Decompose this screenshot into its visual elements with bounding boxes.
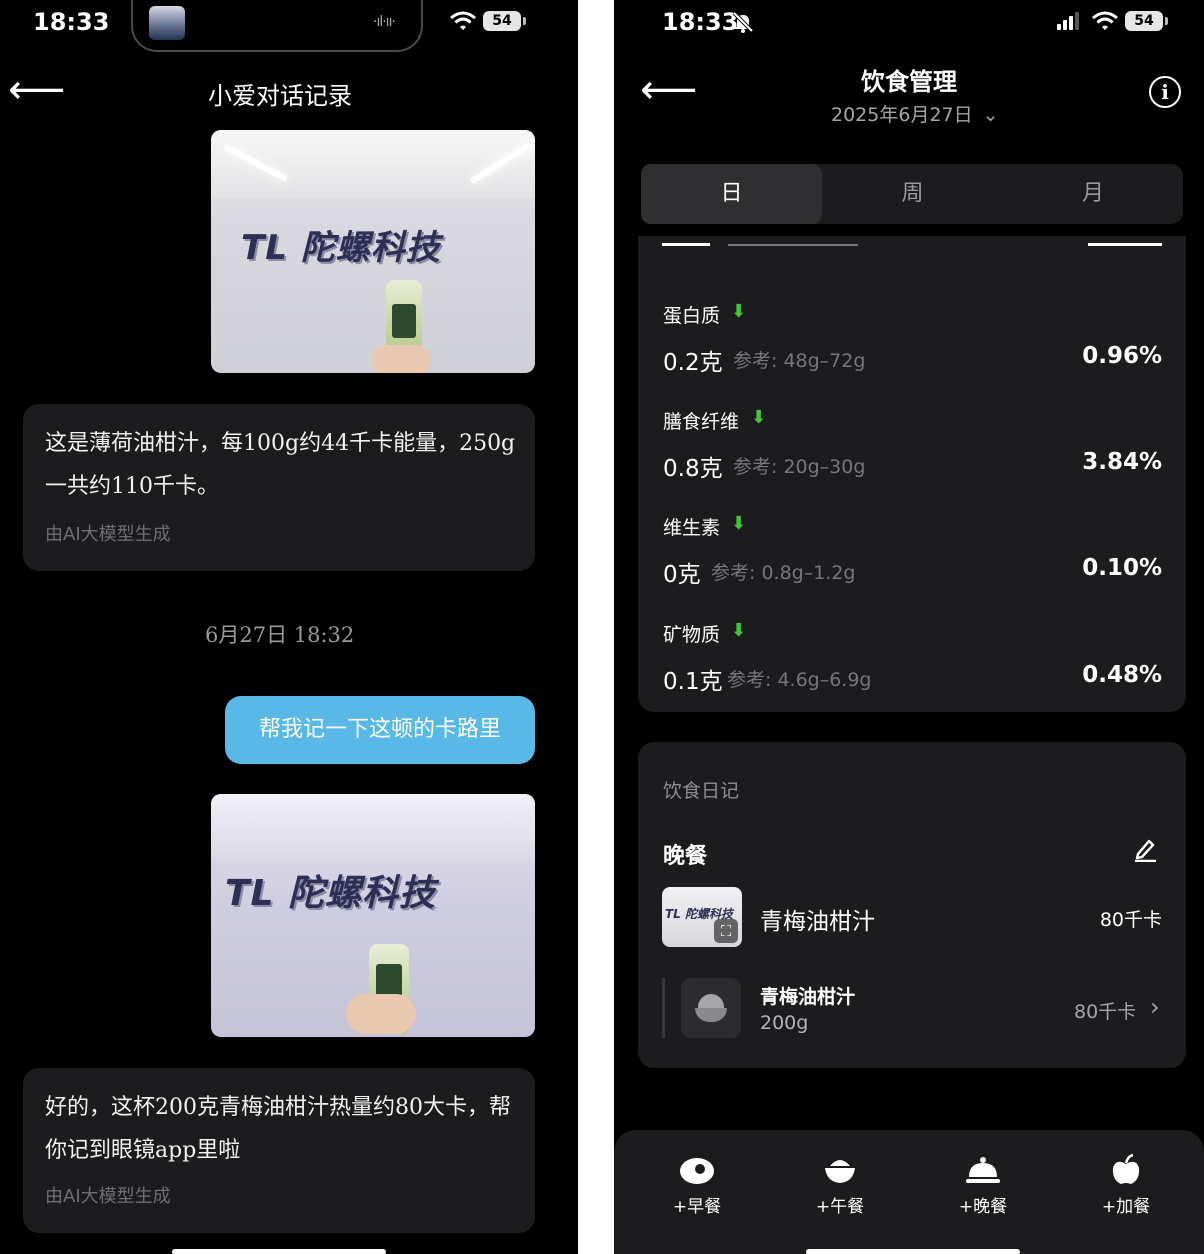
tab-month[interactable]: 月 — [1003, 164, 1183, 224]
ai-message-bubble-2: 好的，这杯200克青梅油柑汁热量约80大卡，帮你记到眼镜app里啦 由AI大模型… — [23, 1068, 535, 1233]
add-snack-label: +加餐 — [1101, 1197, 1151, 1217]
diet-management-screen: 18:33 54 ⟵ 饮食管理 2025年6月27日 ⌄ i 日 周 月 蛋白质… — [614, 0, 1204, 1254]
add-lunch-button[interactable]: +午餐 — [785, 1154, 895, 1217]
edit-icon[interactable] — [1132, 836, 1158, 862]
nutrient-reference: 参考: 0.8g–1.2g — [711, 562, 856, 584]
nutrient-name-mineral: 矿物质 — [663, 624, 721, 646]
chat-photo[interactable]: TL 陀螺科技 — [211, 130, 535, 373]
food-item-name: 青梅油柑汁 — [760, 909, 875, 935]
wifi-icon — [1092, 11, 1118, 30]
meal-label-dinner: 晚餐 — [663, 844, 708, 869]
nutrient-card: 蛋白质 ⬇ 0.2克 参考: 48g–72g 0.96% 膳食纤维 ⬇ 0.8克… — [638, 236, 1186, 712]
silent-bell-icon — [732, 11, 754, 33]
diary-title: 饮食日记 — [663, 780, 740, 802]
info-icon[interactable]: i — [1149, 76, 1181, 108]
period-tabs: 日 周 月 — [641, 164, 1183, 224]
add-dinner-button[interactable]: +晚餐 — [928, 1154, 1038, 1217]
chevron-right-icon[interactable]: › — [1150, 993, 1160, 1021]
food-item-kcal: 80千卡 — [1099, 909, 1162, 931]
nutrient-name-vitamin: 维生素 — [663, 517, 721, 539]
signal-icon — [1057, 12, 1081, 30]
ai-message-bubble: 这是薄荷油柑汁，每100g约44千卡能量，250g一共约110千卡。 由AI大模… — [23, 404, 535, 571]
add-snack-button[interactable]: +加餐 — [1071, 1154, 1181, 1217]
user-message-bubble: 帮我记一下这顿的卡路里 — [225, 696, 535, 764]
wifi-icon — [450, 11, 476, 30]
nutrient-reference: 参考: 20g–30g — [733, 456, 866, 478]
nutrient-percent: 0.96% — [1082, 343, 1162, 369]
food-sub-kcal: 80千卡 — [1074, 1001, 1137, 1023]
expand-icon[interactable]: ⛶ — [714, 919, 738, 943]
nutrient-amount: 0克 — [663, 562, 701, 588]
nutrient-amount: 0.2克 — [663, 350, 723, 376]
diet-diary-card: 饮食日记 晚餐 TL 陀螺科技 ⛶ 青梅油柑汁 80千卡 青梅油柑汁 200g … — [638, 742, 1186, 1068]
battery-icon: 54 — [483, 11, 526, 31]
nutrient-percent: 3.84% — [1082, 449, 1162, 475]
page-title: 小爱对话记录 — [208, 82, 352, 110]
add-breakfast-label: +早餐 — [672, 1197, 722, 1217]
tab-week[interactable]: 周 — [822, 164, 1003, 224]
food-sub-name: 青梅油柑汁 — [760, 986, 856, 1008]
dynamic-island[interactable]: ·ıl·ıı· — [131, 0, 423, 52]
date-text: 2025年6月27日 — [831, 104, 973, 126]
add-meal-bar: +早餐 +午餐 +晚餐 +加餐 — [614, 1130, 1204, 1254]
home-indicator — [172, 1249, 386, 1254]
nutrient-percent: 0.10% — [1082, 555, 1162, 581]
down-arrow-icon: ⬇ — [751, 407, 767, 428]
food-photo-thumb[interactable]: TL 陀螺科技 ⛶ — [662, 887, 742, 947]
egg-icon — [680, 1158, 714, 1184]
chat-photo-2[interactable]: TL 陀螺科技 — [211, 794, 535, 1037]
apple-icon — [1112, 1154, 1140, 1184]
message-timestamp: 6月27日 18:32 — [205, 623, 355, 647]
scrolled-row — [662, 240, 1162, 254]
home-indicator — [806, 1249, 1020, 1254]
page-title: 饮食管理 — [861, 68, 957, 96]
date-selector[interactable]: 2025年6月27日 ⌄ — [831, 100, 999, 127]
status-time: 18:33 — [662, 8, 739, 36]
chat-history-screen: 18:33 ·ıl·ıı· 54 ⟵ 小爱对话记录 TL 陀螺科技 这是薄荷油柑… — [0, 0, 578, 1254]
item-divider — [662, 978, 665, 1038]
chevron-down-icon: ⌄ — [982, 104, 999, 126]
back-arrow-icon[interactable]: ⟵ — [640, 70, 697, 110]
nutrient-reference: 参考: 4.6g–6.9g — [727, 669, 872, 691]
nutrient-amount: 0.1克 — [663, 669, 723, 695]
nutrient-name-fiber: 膳食纤维 — [663, 411, 740, 433]
status-time: 18:33 — [33, 8, 110, 36]
audio-wave-icon: ·ıl·ıı· — [373, 14, 396, 30]
nutrient-percent: 0.48% — [1082, 662, 1162, 688]
nutrient-name-protein: 蛋白质 — [663, 305, 721, 327]
rice-bowl-icon — [681, 978, 741, 1038]
food-sub-weight: 200g — [760, 1012, 809, 1034]
add-breakfast-button[interactable]: +早餐 — [642, 1154, 752, 1217]
rice-bowl-icon — [825, 1160, 855, 1183]
down-arrow-icon: ⬇ — [731, 301, 747, 322]
tab-day[interactable]: 日 — [641, 164, 822, 224]
down-arrow-icon: ⬇ — [731, 513, 747, 534]
photo-logo-text-2: TL 陀螺科技 — [225, 873, 437, 914]
ai-message-text: 这是薄荷油柑汁，每100g约44千卡能量，250g一共约110千卡。 — [45, 431, 516, 499]
ai-generated-note: 由AI大模型生成 — [45, 524, 171, 545]
battery-icon: 54 — [1125, 11, 1168, 31]
ai-message-text-2: 好的，这杯200克青梅油柑汁热量约80大卡，帮你记到眼镜app里啦 — [45, 1095, 511, 1163]
photo-logo-text: TL 陀螺科技 — [241, 228, 441, 268]
nutrient-reference: 参考: 48g–72g — [733, 350, 866, 372]
add-dinner-label: +晚餐 — [958, 1197, 1008, 1217]
ai-generated-note-2: 由AI大模型生成 — [45, 1186, 171, 1207]
nutrient-amount: 0.8克 — [663, 456, 723, 482]
down-arrow-icon: ⬇ — [731, 620, 747, 641]
add-lunch-label: +午餐 — [815, 1197, 865, 1217]
cloche-icon — [966, 1157, 1000, 1183]
back-arrow-icon[interactable]: ⟵ — [8, 70, 65, 110]
island-thumbnail — [149, 6, 185, 40]
